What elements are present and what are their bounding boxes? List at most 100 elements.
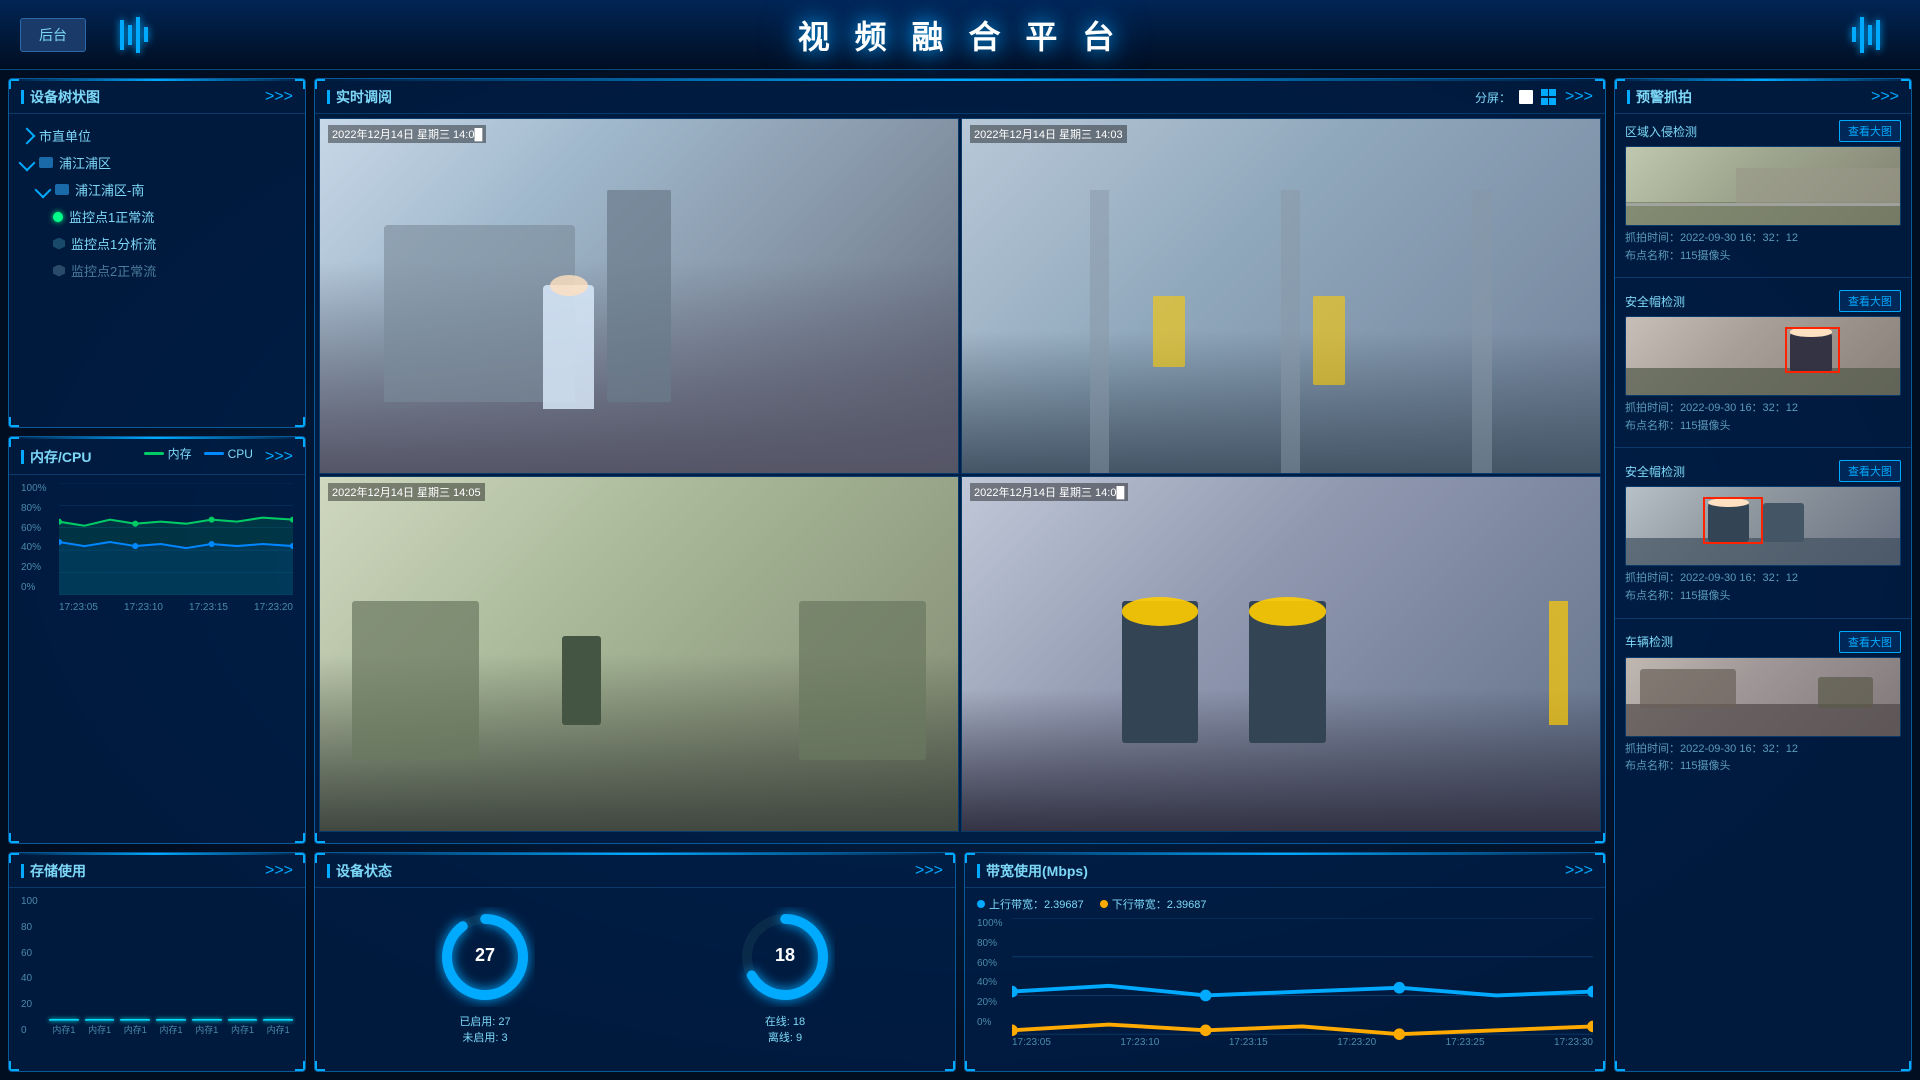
alert-vehicle-title: 车辆检测 查看大图 [1625, 631, 1901, 653]
storage-more[interactable]: >>> [265, 862, 293, 880]
column-1 [1090, 190, 1109, 473]
video-grid: 2022年12月14日 星期三 14:0█ 2 [315, 114, 1605, 836]
bandwidth-title: 带宽使用(Mbps) [977, 861, 1088, 881]
y-label: 20% [977, 997, 1009, 1008]
factory-scene-1 [320, 119, 958, 473]
alert-scene-1 [1626, 147, 1900, 225]
hardhat-4b [1249, 597, 1326, 625]
alert-camera-name-2: 布点名称：115摄像头 [1625, 418, 1901, 436]
download-dot-icon [1100, 900, 1108, 908]
tree-item-label: 监控点2正常流 [71, 261, 156, 280]
y-label: 100% [977, 918, 1009, 929]
memory-cpu-chart: 100% 80% 60% 40% 20% 0% [9, 475, 305, 621]
content-area: 设备树状图 >>> 市直单位 浦江浦区 [0, 70, 1920, 1080]
bandwidth-more[interactable]: >>> [1565, 862, 1593, 880]
video-cell-2[interactable]: 2022年12月14日 星期三 14:03 [961, 118, 1601, 474]
floor-4b [1626, 704, 1900, 735]
memory-legend: 内存 [144, 445, 192, 462]
machine-left [352, 601, 480, 760]
bar-group: 内存1 [156, 1019, 186, 1036]
factory-scene-2 [962, 119, 1600, 473]
video-more[interactable]: >>> [1565, 88, 1593, 106]
alert-divider-1 [1615, 277, 1911, 278]
video-cell-4[interactable]: 2022年12月14日 星期三 14:0█ [961, 476, 1601, 832]
equipment [1640, 669, 1736, 708]
video-cell-1[interactable]: 2022年12月14日 星期三 14:0█ [319, 118, 959, 474]
x-label: 17:23:20 [254, 602, 293, 613]
alert-zone-info: 抓拍时间：2022-09-30 16：32：12 布点名称：115摄像头 [1625, 230, 1901, 265]
factory-scene-4 [962, 477, 1600, 831]
tree-item-camera1-normal[interactable]: 监控点1正常流 [21, 203, 293, 230]
middle-bottom: 设备状态 >>> 27 [314, 852, 1606, 1072]
donut-container: 27 已启用: 27 未启用: 3 [315, 888, 955, 1064]
sq1 [1541, 89, 1548, 96]
tree-item-label: 浦江浦区 [59, 153, 111, 172]
alert-scene-4 [1626, 658, 1900, 736]
alert-zone-intrusion: 区域入侵检测 查看大图 抓拍时间：2022-09-30 16：32 [1615, 114, 1911, 271]
tree-item-pujiang[interactable]: 浦江浦区 [21, 149, 293, 176]
bandwidth-header: 带宽使用(Mbps) >>> [965, 853, 1605, 888]
device-tree-header: 设备树状图 >>> [9, 79, 305, 114]
device-tree-more[interactable]: >>> [265, 88, 293, 106]
alert-helmet2-image [1625, 486, 1901, 566]
split-4-icon[interactable] [1541, 89, 1557, 105]
y-label: 40 [21, 973, 38, 984]
hardhat-4a [1122, 597, 1199, 625]
y-label: 40% [21, 542, 56, 553]
alert-helmet-2: 安全帽检测 查看大图 [1615, 454, 1911, 611]
y-label: 60 [21, 948, 38, 959]
bar-label: 内存1 [52, 1023, 75, 1036]
alert-zone-view-btn[interactable]: 查看大图 [1839, 120, 1901, 142]
alert-helmet1-image [1625, 316, 1901, 396]
bar-label: 内存1 [124, 1023, 147, 1036]
alert-helmet2-view-btn[interactable]: 查看大图 [1839, 460, 1901, 482]
alerts-more[interactable]: >>> [1871, 88, 1899, 106]
donut-enabled-label: 已启用: 27 未启用: 3 [459, 1013, 510, 1045]
bar-group: 内存1 [228, 1019, 258, 1036]
bar-label: 内存1 [160, 1023, 183, 1036]
bw-y-labels: 100% 80% 60% 40% 20% 0% [977, 918, 1009, 1028]
worker-3 [562, 636, 600, 725]
bandwidth-panel: 带宽使用(Mbps) >>> 上行带宽：2.39687 下行带宽：2.39687 [964, 852, 1606, 1072]
device-status-title: 设备状态 [327, 861, 392, 881]
video-timestamp-2: 2022年12月14日 星期三 14:03 [970, 125, 1127, 143]
alert-helmet2-label: 安全帽检测 [1625, 463, 1685, 480]
alert-helmet1-title: 安全帽检测 查看大图 [1625, 290, 1901, 312]
tree-item-label: 浦江浦区-南 [75, 180, 144, 199]
y-label: 0 [21, 1025, 38, 1036]
alerts-panel: 预警抓拍 >>> 区域入侵检测 查看大图 [1614, 78, 1912, 1072]
video-timestamp-3: 2022年12月14日 星期三 14:05 [328, 483, 485, 501]
alert-helmet1-view-btn[interactable]: 查看大图 [1839, 290, 1901, 312]
factory-scene-3 [320, 477, 958, 831]
bar-group: 内存1 [263, 1019, 293, 1036]
y-label: 60% [21, 523, 56, 534]
tree-item-camera2-normal[interactable]: 监控点2正常流 [21, 257, 293, 284]
tree-item-pujiang-south[interactable]: 浦江浦区-南 [21, 176, 293, 203]
memory-cpu-more[interactable]: >>> [265, 448, 293, 466]
storage-title: 存储使用 [21, 861, 86, 881]
alert-capture-time-3: 抓拍时间：2022-09-30 16：32：12 [1625, 570, 1901, 588]
marker [1153, 296, 1185, 367]
header-deco-left [120, 17, 148, 53]
worker [543, 285, 594, 409]
bw-legend: 上行带宽：2.39687 下行带宽：2.39687 [977, 896, 1593, 912]
back-button[interactable]: 后台 [20, 18, 86, 52]
y-label: 100% [21, 483, 56, 494]
split-1-icon[interactable] [1519, 90, 1533, 104]
chart-legend: 内存 CPU [144, 445, 253, 462]
middle-panel: 实时调阅 分屏： >>> [314, 78, 1606, 1072]
donut-svg-enabled: 27 [435, 907, 535, 1007]
offline-label: 离线: 9 [768, 1032, 802, 1044]
worker-head [550, 275, 588, 296]
tree-item-camera1-analysis[interactable]: 监控点1分析流 [21, 230, 293, 257]
tree-item-shizhi[interactable]: 市直单位 [21, 122, 293, 149]
video-cell-3[interactable]: 2022年12月14日 星期三 14:05 [319, 476, 959, 832]
alert-vehicle-view-btn[interactable]: 查看大图 [1839, 631, 1901, 653]
bar-group: 内存1 [192, 1019, 222, 1036]
alert-scene-3 [1626, 487, 1900, 565]
floor-3b [1626, 538, 1900, 565]
bar [49, 1019, 79, 1021]
bar-label: 内存1 [231, 1023, 254, 1036]
alert-capture-time-4: 抓拍时间：2022-09-30 16：32：12 [1625, 741, 1901, 759]
device-status-more[interactable]: >>> [915, 862, 943, 880]
